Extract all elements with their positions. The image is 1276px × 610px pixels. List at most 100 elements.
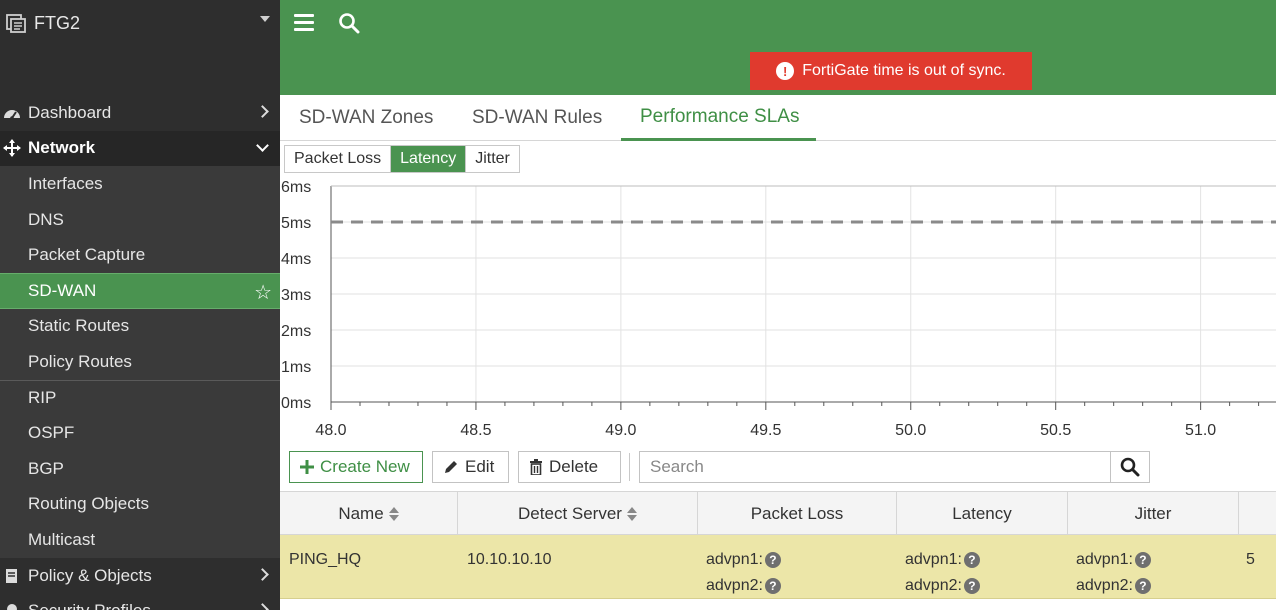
sidebar-item-label: OSPF <box>28 423 75 443</box>
device-selector[interactable]: FTG2 <box>0 0 280 46</box>
question-help-icon[interactable]: ? <box>963 578 980 594</box>
column-label: Name <box>338 503 384 523</box>
sidebar-item-label: Multicast <box>28 529 96 549</box>
search-icon[interactable] <box>338 12 362 36</box>
cell-packet-loss: advpn1:? advpn2:? <box>706 535 896 599</box>
column-header-latency[interactable]: Latency <box>897 492 1068 535</box>
hamburger-menu-icon[interactable] <box>294 14 314 32</box>
sidebar-item-label: SD-WAN <box>28 280 97 300</box>
column-header-jitter[interactable]: Jitter <box>1068 492 1239 535</box>
sidebar-item-label: RIP <box>28 388 57 408</box>
sidebar-item-security-profiles[interactable]: Security Profiles <box>0 593 280 610</box>
security-profiles-icon <box>0 599 24 610</box>
metric-jitter-button[interactable]: Jitter <box>466 146 519 172</box>
plus-icon <box>300 460 314 474</box>
tab-label: Performance SLAs <box>640 105 800 127</box>
fortigate-device-icon <box>2 9 30 37</box>
y-tick-label: 5ms <box>281 215 311 232</box>
delete-button[interactable]: Delete <box>518 451 621 483</box>
x-tick-label: 49.5 <box>750 422 781 439</box>
tab-sd-wan-zones[interactable]: SD-WAN Zones <box>299 95 433 141</box>
sort-icon <box>626 506 637 521</box>
metric-toggle: Packet Loss Latency Jitter <box>284 145 520 173</box>
star-favorite-icon[interactable]: ☆ <box>254 280 272 305</box>
sidebar-item-ospf[interactable]: OSPF <box>0 415 280 451</box>
chevron-down-icon <box>256 138 269 152</box>
pencil-icon <box>443 459 459 475</box>
sidebar-item-label: Dashboard <box>28 102 112 122</box>
table-header: Name Detect Server Packet Loss Latency J… <box>280 491 1276 535</box>
sidebar-item-interfaces[interactable]: Interfaces <box>0 166 280 202</box>
interface-label: advpn1: <box>905 551 962 568</box>
cell-jitter: advpn1:? advpn2:? <box>1076 535 1236 599</box>
question-help-icon[interactable]: ? <box>963 552 980 568</box>
sidebar-item-policy-routes[interactable]: Policy Routes <box>0 344 280 380</box>
cell-detect-server: 10.10.10.10 <box>467 535 697 599</box>
table-row[interactable]: PING_HQ 10.10.10.10 advpn1:? advpn2:? ad… <box>280 535 1276 599</box>
sidebar-item-label: Packet Capture <box>28 245 146 265</box>
tab-label: SD-WAN Zones <box>299 107 434 128</box>
sidebar-item-sd-wan[interactable]: SD-WAN ☆ <box>0 272 280 309</box>
device-name: FTG2 <box>34 12 81 33</box>
delete-label: Delete <box>549 457 599 476</box>
exclamation-circle-icon: ! <box>776 62 795 80</box>
sidebar-item-label: Security Profiles <box>28 601 151 610</box>
sidebar-item-static-routes[interactable]: Static Routes <box>0 308 280 345</box>
sidebar-item-dashboard[interactable]: Dashboard <box>0 95 280 131</box>
sidebar-item-routing-objects[interactable]: Routing Objects <box>0 486 280 523</box>
row-detect-server-text: 10.10.10.10 <box>467 551 552 568</box>
sidebar-item-label: Policy & Objects <box>28 565 152 585</box>
policy-objects-icon <box>0 564 24 588</box>
sla-table: Name Detect Server Packet Loss Latency J… <box>280 491 1276 599</box>
toolbar: Create New Edit Delete Search <box>289 451 1159 483</box>
sidebar-item-network[interactable]: Network <box>0 130 280 167</box>
sidebar-item-packet-capture[interactable]: Packet Capture <box>0 237 280 273</box>
question-help-icon[interactable]: ? <box>1134 578 1151 594</box>
sidebar: FTG2 Dashboard Network Interfaces DNS Pa… <box>0 0 280 610</box>
column-header-packet-loss[interactable]: Packet Loss <box>698 492 897 535</box>
sidebar-item-bgp[interactable]: BGP <box>0 450 280 487</box>
question-help-icon[interactable]: ? <box>764 578 781 594</box>
y-tick-label: 1ms <box>281 359 311 376</box>
tab-sd-wan-rules[interactable]: SD-WAN Rules <box>472 95 602 141</box>
search-input[interactable]: Search <box>639 451 1111 483</box>
trash-icon <box>529 459 543 475</box>
tab-label: SD-WAN Rules <box>472 107 603 128</box>
metric-packet-loss-button[interactable]: Packet Loss <box>285 146 392 172</box>
create-new-button[interactable]: Create New <box>289 451 423 483</box>
search-button[interactable] <box>1110 451 1150 483</box>
chevron-right-icon <box>256 567 269 581</box>
column-label: Jitter <box>1134 503 1172 523</box>
sidebar-item-dns[interactable]: DNS <box>0 201 280 238</box>
caret-down-icon[interactable] <box>260 16 270 22</box>
metric-latency-button[interactable]: Latency <box>391 146 467 172</box>
cell-latency: advpn1:? advpn2:? <box>905 535 1075 599</box>
column-header-detect-server[interactable]: Detect Server <box>458 492 698 535</box>
tab-performance-slas[interactable]: Performance SLAs <box>621 95 816 141</box>
cell-extra: 5 <box>1246 535 1276 599</box>
x-tick-label: 49.0 <box>605 422 636 439</box>
x-tick-label: 48.0 <box>315 422 346 439</box>
search-icon <box>1120 457 1140 477</box>
y-tick-label: 3ms <box>281 287 311 304</box>
column-label: Latency <box>952 503 1012 523</box>
time-sync-alert[interactable]: ! FortiGate time is out of sync. <box>750 52 1032 90</box>
y-tick-label: 2ms <box>281 323 311 340</box>
create-new-label: Create New <box>320 457 410 476</box>
sidebar-item-multicast[interactable]: Multicast <box>0 522 280 558</box>
y-tick-label: 0ms <box>281 395 311 412</box>
sidebar-nav: Dashboard Network Interfaces DNS Packet … <box>0 95 280 610</box>
column-header-name[interactable]: Name <box>280 492 458 535</box>
question-help-icon[interactable]: ? <box>764 552 781 568</box>
x-tick-label: 51.0 <box>1185 422 1216 439</box>
edit-button[interactable]: Edit <box>432 451 509 483</box>
chart-svg: 6ms 5ms 4ms 3ms 2ms 1ms 0ms48.0 48.5 49.0 49.5 50.… <box>281 179 1276 439</box>
sidebar-item-policy-objects[interactable]: Policy & Objects <box>0 558 280 594</box>
x-tick-label: 50.0 <box>895 422 926 439</box>
x-tick-label: 48.5 <box>460 422 491 439</box>
sidebar-item-label: Static Routes <box>28 316 130 336</box>
x-tick-label: 50.5 <box>1040 422 1071 439</box>
question-help-icon[interactable]: ? <box>1134 552 1151 568</box>
interface-label: advpn1: <box>706 551 763 568</box>
sidebar-item-rip[interactable]: RIP <box>0 379 280 416</box>
